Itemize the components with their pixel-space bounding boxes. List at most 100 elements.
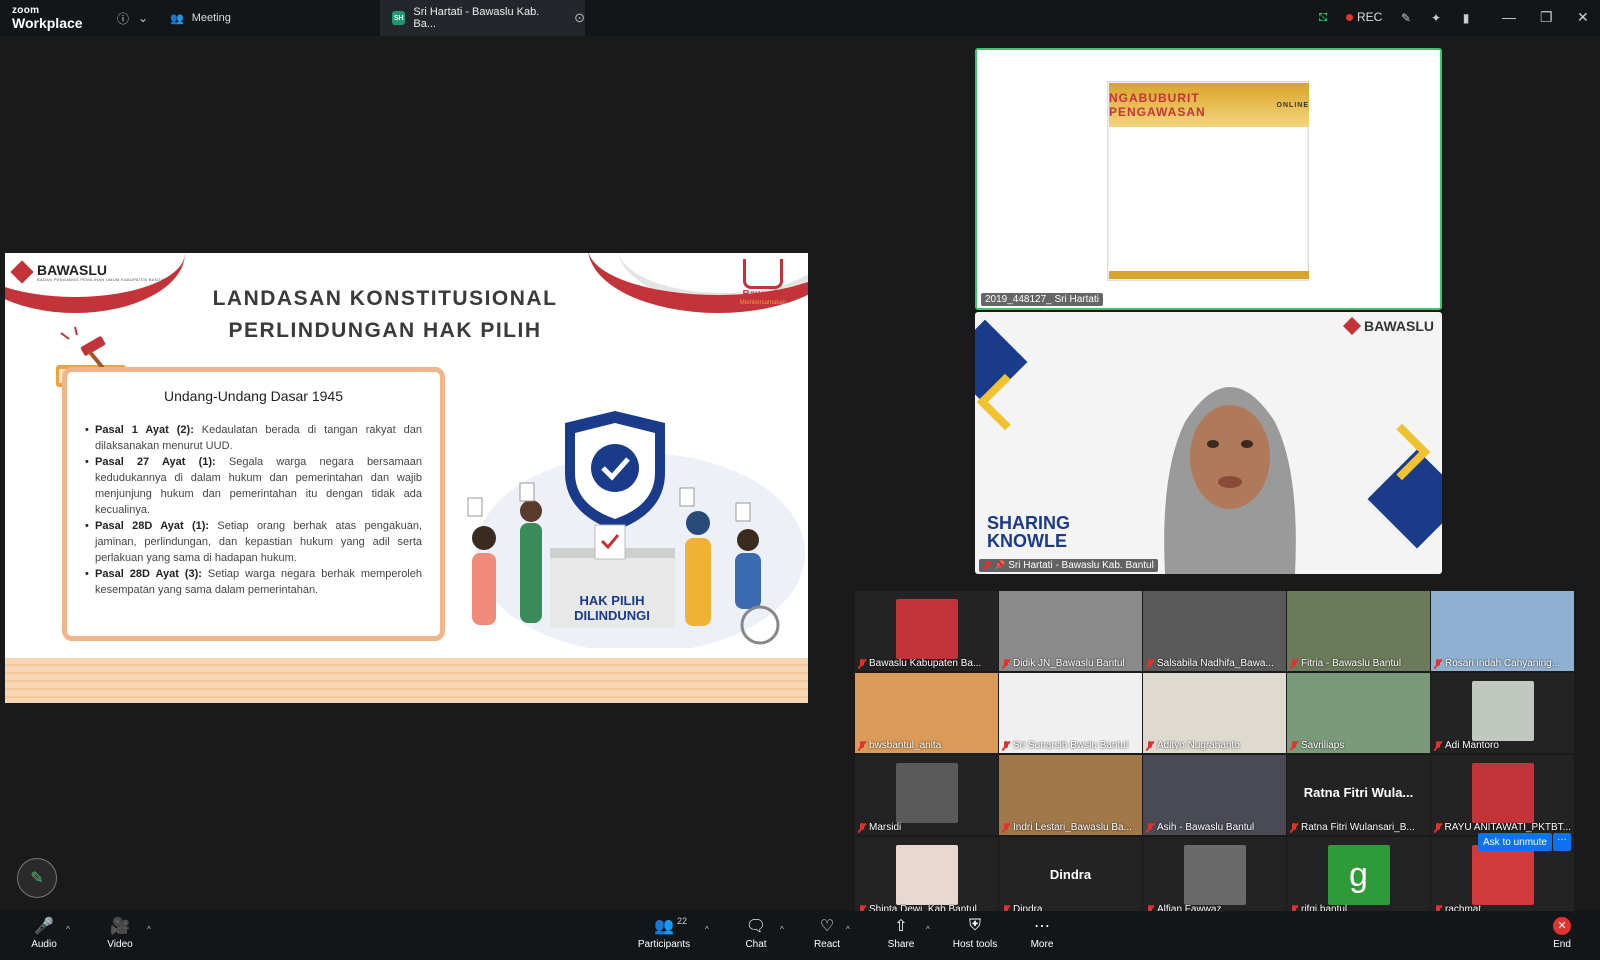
participant-name: Rosari indah Cahyaning... — [1434, 658, 1571, 669]
participant-name: Sri Sunarsih Bwslu Bantul — [1002, 740, 1139, 751]
chat-options-caret-icon[interactable]: ^ — [780, 925, 784, 934]
more-options-icon[interactable]: ⊙ — [574, 10, 585, 26]
tile-more-options-button[interactable]: ··· — [1553, 833, 1571, 851]
audio-button[interactable]: 🎤 Audio — [12, 915, 76, 957]
video-tile-sri-hartati-1[interactable]: NGABUBURIT PENGAWASAN ONLINE 2019_448127… — [975, 48, 1442, 310]
ai-companion-icon[interactable]: ✦ — [1427, 9, 1445, 27]
participant-tile[interactable]: g rifqi.bantul — [1287, 837, 1430, 917]
annotate-icon[interactable]: ✎ — [1397, 9, 1415, 27]
annotation-pen-button[interactable]: ✎ — [17, 858, 57, 898]
audio-options-caret-icon[interactable]: ^ — [66, 925, 70, 934]
more-icon: ⋯ — [1034, 918, 1050, 935]
participant-tile[interactable]: Alfian Fawwaz — [1143, 837, 1286, 917]
participant-name: Fitria - Bawaslu Bantul — [1290, 658, 1427, 669]
participant-tile[interactable]: bwsbantul_anita — [855, 673, 998, 753]
participant-tile[interactable]: Shinta Dewi_Kab.Bantul — [855, 837, 998, 917]
share-screen-icon: ⇧ — [894, 918, 908, 935]
article-item: Pasal 28D Ayat (3): Setiap warga negara … — [85, 566, 422, 598]
heart-icon: ♡ — [819, 918, 835, 935]
participant-name: Asih - Bawaslu Bantul — [1146, 822, 1283, 833]
ballot-box-text-1: HAK PILIH — [580, 593, 645, 608]
end-meeting-button[interactable]: ✕ End — [1530, 915, 1594, 957]
shield-security-icon[interactable]: ⛞ — [1314, 9, 1332, 27]
participant-tile[interactable]: Didik JN_Bawaslu Bantul — [999, 591, 1142, 671]
book-icon — [742, 259, 783, 289]
poster-header: NGABUBURIT PENGAWASAN ONLINE — [1109, 83, 1309, 127]
react-button[interactable]: ♡ React — [795, 915, 859, 957]
end-icon: ✕ — [1551, 915, 1573, 937]
recording-indicator[interactable]: REC — [1346, 10, 1382, 24]
speaker-video — [1164, 387, 1296, 574]
avatar — [895, 599, 958, 659]
mic-muted-icon — [1290, 822, 1298, 833]
video-tile-sri-hartati-2[interactable]: BAWASLU SHARING KNOWLE 📌 Sri Hartati - B… — [975, 312, 1442, 574]
mic-muted-icon — [1290, 658, 1298, 669]
mic-muted-icon — [1146, 822, 1154, 833]
chat-button[interactable]: 🗨 Chat — [724, 915, 788, 957]
participant-name: Ratna Fitri Wulansari_B... — [1290, 822, 1427, 833]
host-tools-button[interactable]: ⛨ Host tools — [943, 915, 1007, 957]
participant-name: Bawaslu Kabupaten Ba... — [858, 658, 995, 669]
participant-tile[interactable]: Marsidi — [855, 755, 998, 835]
participants-icon: 👥 — [654, 918, 674, 935]
participant-tile[interactable]: Adityo Nugrahanto — [1143, 673, 1286, 753]
meeting-toolbar: 🎤 Audio ^ 🎥 Video ^ 👥 Participants 22 ^ … — [0, 911, 1600, 960]
bawaslu-mark-icon — [1342, 316, 1362, 336]
ngabuburit-poster: NGABUBURIT PENGAWASAN ONLINE — [1108, 82, 1309, 280]
article-item: Pasal 28D Ayat (1): Setiap orang berhak … — [85, 518, 422, 566]
poster-footer — [1109, 271, 1309, 279]
participant-tile[interactable]: Salsabila Nadhifa_Bawa... — [1143, 591, 1286, 671]
participant-tile[interactable]: Bawaslu Kabupaten Ba... — [855, 591, 998, 671]
uud-1945-box: Undang-Undang Dasar 1945 Pasal 1 Ayat (2… — [62, 367, 445, 641]
tab-meeting[interactable]: 👥 Meeting — [170, 0, 231, 36]
restore-icon[interactable]: ❐ — [1540, 9, 1553, 26]
mic-muted-icon — [858, 740, 866, 751]
mic-muted-icon — [858, 822, 866, 833]
avatar — [895, 845, 958, 905]
slide-floor-decoration — [5, 658, 808, 703]
tab-screen-share[interactable]: SH Sri Hartati - Bawaslu Kab. Ba... ⊙ — [380, 0, 585, 36]
bawaslu-logo: BAWASLU — [1342, 316, 1434, 336]
shared-screen-slide: BAWASLU BADAN PENGAWAS PEMILIHAN UMUM KA… — [5, 253, 808, 703]
pen-icon: ✎ — [30, 870, 44, 887]
ballot-box-text-2: DILINDUNGI — [574, 608, 650, 623]
view-layout-icon[interactable]: ▮ — [1457, 9, 1475, 27]
participant-tile[interactable]: Indri Lestari_Bawaslu Ba... — [999, 755, 1142, 835]
participant-name: RAYU ANITAWATI_PKTBT... — [1434, 822, 1571, 833]
participant-tile[interactable]: Ratna Fitri Wula... Ratna Fitri Wulansari… — [1287, 755, 1430, 835]
participant-name: Adityo Nugrahanto — [1146, 740, 1283, 751]
participant-tile[interactable]: Adi Mantoro — [1431, 673, 1574, 753]
participants-options-caret-icon[interactable]: ^ — [705, 925, 709, 934]
participant-tile[interactable]: Rosari indah Cahyaning... — [1431, 591, 1574, 671]
pin-icon: 📌 — [994, 560, 1006, 570]
participant-name: Salsabila Nadhifa_Bawa... — [1146, 658, 1283, 669]
react-options-caret-icon[interactable]: ^ — [846, 925, 850, 934]
participant-tile[interactable]: RAYU ANITAWATI_PKTBT... — [1431, 755, 1574, 835]
avatar — [1183, 845, 1246, 905]
participant-tile[interactable]: Savriliaps — [1287, 673, 1430, 753]
participant-name: bwsbantul_anita — [858, 740, 995, 751]
participant-display-name: Ratna Fitri Wula... — [1303, 785, 1414, 800]
participant-name: Marsidi — [858, 822, 995, 833]
info-icon[interactable]: ⓘ — [114, 9, 132, 27]
avatar — [1471, 681, 1534, 741]
share-options-caret-icon[interactable]: ^ — [926, 925, 930, 934]
participant-tile[interactable]: Asih - Bawaslu Bantul — [1143, 755, 1286, 835]
chevron-down-icon[interactable]: ⌄ — [134, 9, 152, 27]
participant-name: Didik JN_Bawaslu Bantul — [1002, 658, 1139, 669]
minimize-icon[interactable]: — — [1502, 9, 1516, 25]
more-button[interactable]: ⋯ More — [1010, 915, 1074, 957]
close-icon[interactable]: ✕ — [1577, 9, 1589, 26]
ask-to-unmute-button[interactable]: Ask to unmute — [1478, 833, 1552, 851]
avatar: g — [1327, 845, 1390, 905]
share-button[interactable]: ⇧ Share — [869, 915, 933, 957]
video-button[interactable]: 🎥 Video — [88, 915, 152, 957]
mic-muted-icon — [1290, 740, 1298, 751]
voters-illustration: HAK PILIH DILINDUNGI — [467, 411, 805, 648]
participant-tile[interactable]: Sri Sunarsih Bwslu Bantul — [999, 673, 1142, 753]
participant-tile[interactable]: Fitria - Bawaslu Bantul — [1287, 591, 1430, 671]
mic-muted-icon — [1434, 822, 1442, 833]
participant-tile[interactable]: Dindra Dindra — [999, 837, 1142, 917]
video-options-caret-icon[interactable]: ^ — [147, 925, 151, 934]
bawaslu-logo: BAWASLU BADAN PENGAWAS PEMILIHAN UMUM KA… — [10, 260, 166, 284]
